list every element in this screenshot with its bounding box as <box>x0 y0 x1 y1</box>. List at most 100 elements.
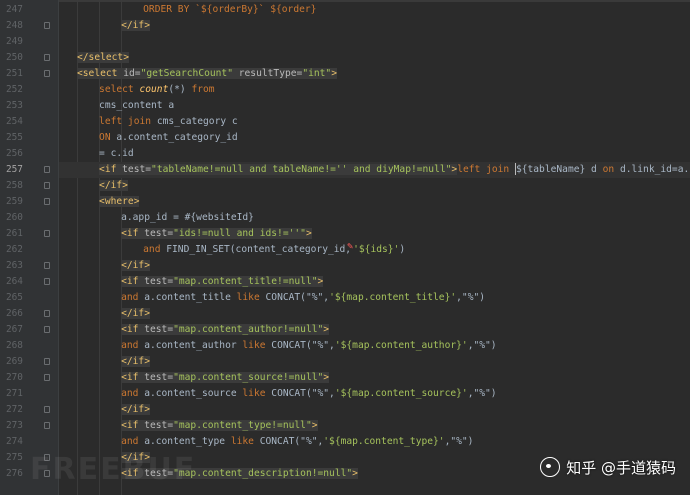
code-line[interactable]: ORDER BY `${orderBy}` ${order} <box>59 2 690 18</box>
code-line[interactable]: </if> <box>59 18 690 34</box>
code-line[interactable]: <if test="map.content_type!=null"> <box>59 418 690 434</box>
fold-marker-icon[interactable] <box>44 326 50 333</box>
line-number: 274 <box>6 436 23 447</box>
line-number: 257 <box>6 164 23 175</box>
code-token: </if> <box>121 308 150 319</box>
fold-marker-icon[interactable] <box>44 278 50 285</box>
gutter-line[interactable]: 261 <box>0 226 58 242</box>
fold-marker-icon[interactable] <box>44 422 50 429</box>
code-line[interactable]: </if> <box>59 178 690 194</box>
fold-marker-icon[interactable] <box>44 54 50 61</box>
line-number: 258 <box>6 180 23 191</box>
gutter-line[interactable]: 259 <box>0 194 58 210</box>
gutter-line[interactable]: 253 <box>0 98 58 114</box>
error-mark-icon: ✎ <box>347 241 354 252</box>
code-line[interactable]: <if test="map.content_author!=null"> <box>59 322 690 338</box>
gutter-line[interactable]: 269 <box>0 354 58 370</box>
code-token: </if> <box>121 404 150 415</box>
gutter-line[interactable]: 274 <box>0 434 58 450</box>
code-token: a.content_author <box>144 340 243 351</box>
line-number: 267 <box>6 324 23 335</box>
line-number: 262 <box>6 244 23 255</box>
code-line[interactable]: </if> <box>59 354 690 370</box>
fold-marker-icon[interactable] <box>44 262 50 269</box>
gutter-line[interactable]: 271 <box>0 386 58 402</box>
code-line[interactable]: left join cms_category c <box>59 114 690 130</box>
code-line[interactable]: select count(*) from <box>59 82 690 98</box>
code-line[interactable]: and a.content_title like CONCAT("%",'${m… <box>59 290 690 306</box>
code-line[interactable]: <if test="map.content_title!=null"> <box>59 274 690 290</box>
gutter-line[interactable]: 258 <box>0 178 58 194</box>
fold-marker-icon[interactable] <box>44 182 50 189</box>
code-line[interactable]: cms_content a <box>59 98 690 114</box>
code-token: </select> <box>77 52 129 63</box>
code-token: CONCAT("%", <box>271 388 335 399</box>
code-line[interactable]: <select id="getSearchCount" resultType="… <box>59 66 690 82</box>
code-token: on <box>602 164 620 175</box>
code-line[interactable]: <where> <box>59 194 690 210</box>
gutter-line[interactable]: 255 <box>0 130 58 146</box>
fold-marker-icon[interactable] <box>44 358 50 365</box>
code-line[interactable]: </select> <box>59 50 690 66</box>
gutter-line[interactable]: 252 <box>0 82 58 98</box>
code-area[interactable]: ORDER BY `${orderBy}` ${order} </if> </sel… <box>59 0 690 495</box>
code-line[interactable]: ON a.content_category_id <box>59 130 690 146</box>
gutter-line[interactable]: 250 <box>0 50 58 66</box>
gutter-line[interactable]: 270 <box>0 370 58 386</box>
code-token: ORDER BY `${orderBy}` ${order} <box>143 4 317 15</box>
gutter-line[interactable]: 248 <box>0 18 58 34</box>
line-number: 266 <box>6 308 23 319</box>
code-token: d.link_id=a.id <box>619 164 690 175</box>
code-line[interactable]: <if test="tableName!=null and tableName!… <box>59 162 690 178</box>
code-line[interactable]: <if test="ids!=null and ids!=''"> <box>59 226 690 242</box>
code-line[interactable]: and FIND_IN_SET(content_category_id,✎'${… <box>59 241 690 258</box>
code-editor[interactable]: 247 248 249 250 251 252 253 254 255 256 257 258 259 2… <box>0 0 690 495</box>
gutter-line[interactable]: 257 <box>0 162 58 178</box>
code-line[interactable]: </if> <box>59 306 690 322</box>
code-line[interactable]: and a.content_type like CONCAT("%",'${ma… <box>59 434 690 450</box>
code-token: "map.content_description!=null" <box>173 468 353 479</box>
gutter-line[interactable]: 251 <box>0 66 58 82</box>
gutter-line[interactable]: 260 <box>0 210 58 226</box>
fold-marker-icon[interactable] <box>44 374 50 381</box>
code-token: > <box>323 372 330 383</box>
code-token: > <box>317 276 324 287</box>
code-token: = <box>134 68 141 79</box>
gutter-line[interactable]: 249 <box>0 34 58 50</box>
gutter-line[interactable]: 263 <box>0 258 58 274</box>
code-line[interactable]: = c.id <box>59 146 690 162</box>
code-token: {tableName} d <box>521 164 603 175</box>
code-line[interactable]: and a.content_author like CONCAT("%",'${… <box>59 338 690 354</box>
code-line[interactable]: and a.content_source like CONCAT("%",'${… <box>59 386 690 402</box>
fold-marker-icon[interactable] <box>44 70 50 77</box>
fold-marker-icon[interactable] <box>44 166 50 173</box>
line-number-gutter[interactable]: 247 248 249 250 251 252 253 254 255 256 257 258 259 2… <box>0 0 59 495</box>
code-line[interactable]: <if test="map.content_source!=null"> <box>59 370 690 386</box>
gutter-line[interactable]: 268 <box>0 338 58 354</box>
code-line[interactable]: a.app_id = #{websiteId} <box>59 210 690 226</box>
gutter-line[interactable]: 264 <box>0 274 58 290</box>
gutter-line[interactable]: 262 <box>0 242 58 258</box>
code-line[interactable]: </if> <box>59 402 690 418</box>
fold-marker-icon[interactable] <box>44 230 50 237</box>
gutter-line[interactable]: 266 <box>0 306 58 322</box>
gutter-line[interactable]: 273 <box>0 418 58 434</box>
code-token: '${map.content_title}' <box>329 292 457 303</box>
code-token: cms_content a <box>99 100 175 111</box>
gutter-line[interactable]: 272 <box>0 402 58 418</box>
code-line[interactable] <box>59 34 690 50</box>
code-token: a.content_category_id <box>116 132 238 143</box>
code-token: select <box>99 84 140 95</box>
gutter-line[interactable]: 267 <box>0 322 58 338</box>
fold-marker-icon[interactable] <box>44 406 50 413</box>
gutter-line[interactable]: 265 <box>0 290 58 306</box>
gutter-line[interactable]: 254 <box>0 114 58 130</box>
gutter-line[interactable]: 256 <box>0 146 58 162</box>
code-token: </if> <box>121 260 150 271</box>
fold-marker-icon[interactable] <box>44 198 50 205</box>
fold-marker-icon[interactable] <box>44 22 50 29</box>
fold-marker-icon[interactable] <box>44 310 50 317</box>
gutter-line[interactable]: 247 <box>0 2 58 18</box>
code-line[interactable]: </if> <box>59 258 690 274</box>
line-number: 247 <box>6 4 23 15</box>
